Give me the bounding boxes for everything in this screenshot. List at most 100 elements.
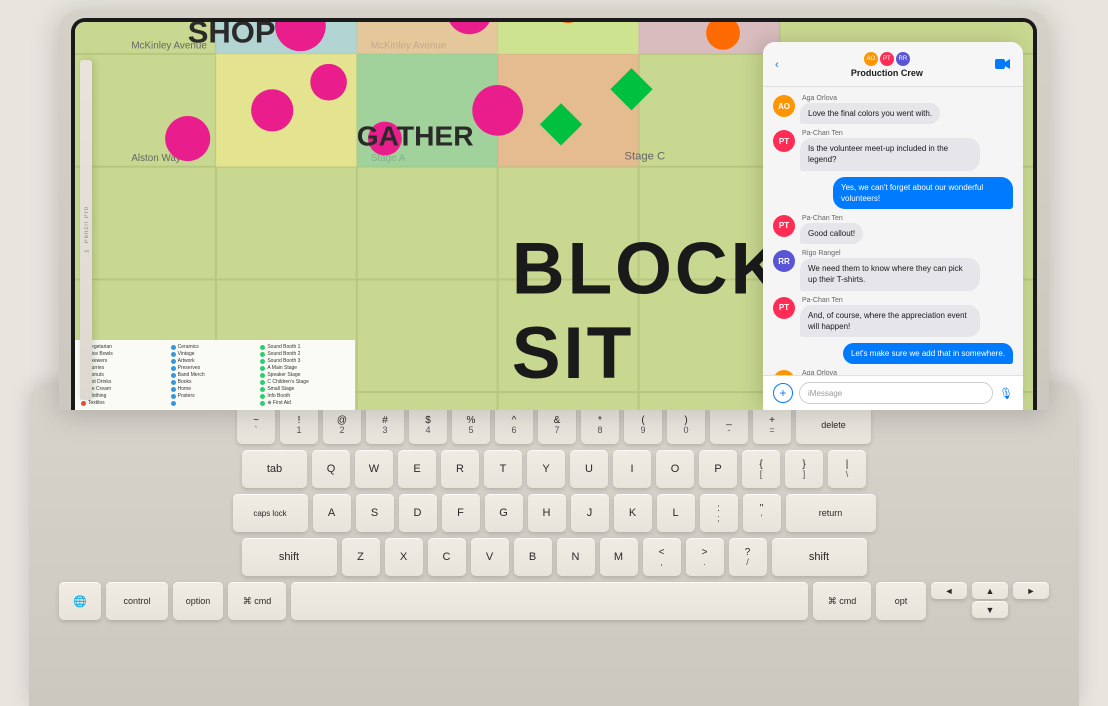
up-arrow-key[interactable]: ▲ [972,582,1008,599]
input-placeholder: iMessage [808,389,842,398]
key-h[interactable]: H [528,494,566,532]
right-shift-key[interactable]: shift [772,538,867,576]
key-5[interactable]: %5 [452,406,490,444]
svg-text:Stage C: Stage C [624,151,665,163]
key-equals[interactable]: += [753,406,791,444]
legend-item: Hot Drinks [81,379,170,385]
down-arrow-key[interactable]: ▼ [972,601,1008,618]
legend-item: Textiles [81,400,170,406]
key-row-zxcv: shift Z X C V B N M <, >. ?/ shift [59,538,1049,576]
key-p[interactable]: P [699,450,737,488]
key-7[interactable]: &7 [538,406,576,444]
key-f[interactable]: F [442,494,480,532]
message-bubble: Is the volunteer meet-up included in the… [800,138,980,170]
key-2[interactable]: @2 [323,406,361,444]
key-b[interactable]: B [514,538,552,576]
key-row-bottom: 🌐 control option ⌘ cmd ⌘ cmd opt ◄ ▲ ▼ ► [59,582,1049,620]
key-w[interactable]: W [355,450,393,488]
key-minus[interactable]: _- [710,406,748,444]
svg-text:SIT: SIT [512,312,634,394]
key-bracket-close[interactable]: }] [785,450,823,488]
key-l[interactable]: L [657,494,695,532]
key-0[interactable]: )0 [667,406,705,444]
key-1[interactable]: !1 [280,406,318,444]
key-bracket-open[interactable]: {[ [742,450,780,488]
legend-item: Sound Booth 1 [260,344,349,350]
map-legend: Vegetarian Ceramics Sound Booth 1 Rice B… [75,340,355,410]
key-tilde-grave[interactable]: ~` [237,406,275,444]
key-k[interactable]: K [614,494,652,532]
message-row: PT Pa-Chan Ten And, of course, where the… [773,297,1013,337]
caps-lock-key[interactable]: caps lock [233,494,308,532]
key-y[interactable]: Y [527,450,565,488]
key-u[interactable]: U [570,450,608,488]
key-9[interactable]: (9 [624,406,662,444]
globe-key[interactable]: 🌐 [59,582,101,620]
key-6[interactable]: ^6 [495,406,533,444]
left-arrow-key[interactable]: ◄ [931,582,967,599]
keyboard-area: ~` !1 @2 #3 $4 %5 ^6 &7 *8 (9 )0 _- += d… [59,406,1049,696]
key-period[interactable]: >. [686,538,724,576]
right-arrow-key[interactable]: ► [1013,582,1049,599]
control-key[interactable]: control [106,582,168,620]
message-row: PT Pa-Chan Ten Is the volunteer meet-up … [773,130,1013,170]
key-slash[interactable]: ?/ [729,538,767,576]
message-bubble: Let's make sure we add that in somewhere… [843,343,1013,364]
key-row-asdf: caps lock A S D F G H J K L :; "' return [59,494,1049,532]
avatar: AO [773,95,795,117]
legend-item: Posters [171,393,260,399]
imessage-input[interactable]: iMessage [799,382,993,404]
return-key[interactable]: return [786,494,876,532]
legend-item: Donuts [81,372,170,378]
microphone-button[interactable]: 🎙 [999,387,1013,400]
key-d[interactable]: D [399,494,437,532]
right-opt-key[interactable]: opt [876,582,926,620]
svg-text:BLOCK: BLOCK [512,227,787,309]
option-key[interactable]: option [173,582,223,620]
left-shift-key[interactable]: shift [242,538,337,576]
key-comma[interactable]: <, [643,538,681,576]
key-v[interactable]: V [471,538,509,576]
key-4[interactable]: $4 [409,406,447,444]
message-row: Yes, we can't forget about our wonderful… [773,177,1013,209]
key-e[interactable]: E [398,450,436,488]
key-m[interactable]: M [600,538,638,576]
key-q[interactable]: Q [312,450,350,488]
key-o[interactable]: O [656,450,694,488]
legend-item: C Children's Stage [260,379,349,385]
legend-item: Artwork [171,358,260,364]
key-j[interactable]: J [571,494,609,532]
add-attachment-button[interactable]: + [773,383,793,403]
key-a[interactable]: A [313,494,351,532]
messages-input-bar: + iMessage 🎙 [763,375,1023,410]
key-s[interactable]: S [356,494,394,532]
right-cmd-key[interactable]: ⌘ cmd [813,582,871,620]
key-c[interactable]: C [428,538,466,576]
key-t[interactable]: T [484,450,522,488]
left-cmd-key[interactable]: ⌘ cmd [228,582,286,620]
key-x[interactable]: X [385,538,423,576]
scene: ~` !1 @2 #3 $4 %5 ^6 &7 *8 (9 )0 _- += d… [0,0,1108,706]
delete-key[interactable]: delete [796,406,871,444]
key-semicolon[interactable]: :; [700,494,738,532]
back-button[interactable]: ‹ [775,59,779,71]
key-quote[interactable]: "' [743,494,781,532]
legend-item: Sound Booth 3 [260,358,349,364]
video-call-button[interactable] [995,58,1011,73]
avatar: PT [773,130,795,152]
space-key[interactable] [291,582,808,620]
key-8[interactable]: *8 [581,406,619,444]
key-i[interactable]: I [613,450,651,488]
tab-key[interactable]: tab [242,450,307,488]
key-n[interactable]: N [557,538,595,576]
avatar: RR [773,250,795,272]
group-chat-name: Production Crew [787,68,987,78]
key-g[interactable]: G [485,494,523,532]
message-content: Pa-Chan Ten And, of course, where the ap… [800,297,980,337]
key-3[interactable]: #3 [366,406,404,444]
legend-item: Small Stage [260,386,349,392]
key-z[interactable]: Z [342,538,380,576]
key-r[interactable]: R [441,450,479,488]
legend-item: Books [171,379,260,385]
key-backslash[interactable]: |\ [828,450,866,488]
